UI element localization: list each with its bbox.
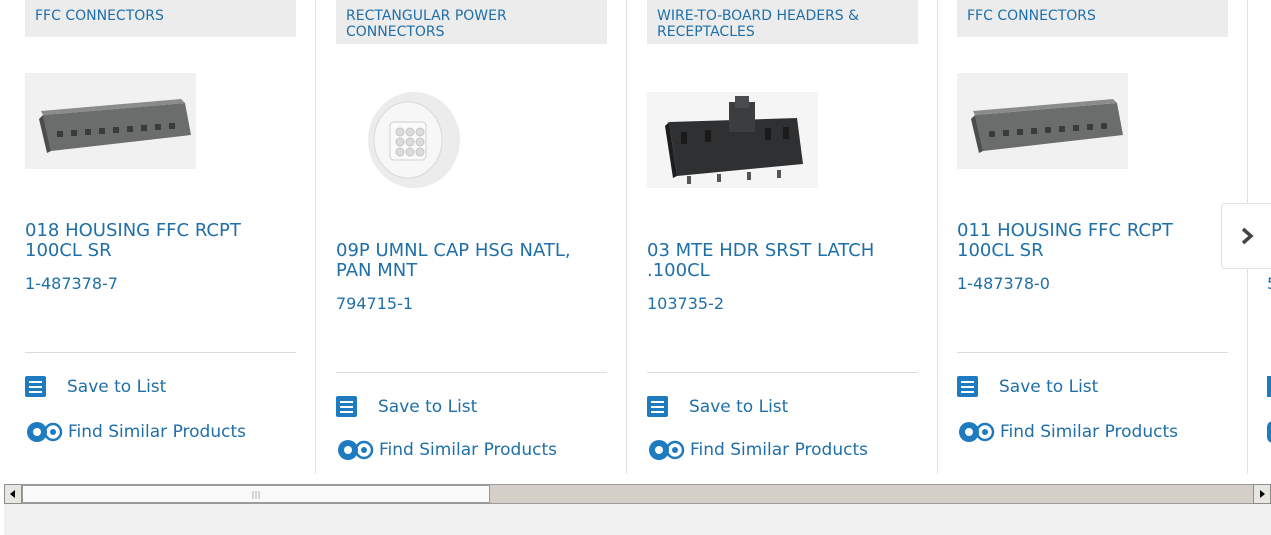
save-to-list-label: Save to List	[999, 376, 1099, 397]
find-similar-button[interactable]: Find Similar Products	[647, 439, 868, 461]
product-category[interactable]: FFC CONNECTORS	[957, 0, 1228, 37]
product-card: FFC CONNECTORS 011 HOUSING FFC RCPT 100C…	[957, 0, 1248, 478]
save-to-list-button[interactable]: Save to List	[25, 376, 166, 397]
find-similar-label: Find Similar Products	[690, 440, 868, 460]
grip-icon	[252, 491, 260, 499]
save-to-list-button[interactable]: Save to List	[336, 396, 477, 417]
checklist-icon	[957, 376, 978, 397]
gears-icon	[959, 422, 995, 442]
ffc-housing-image[interactable]	[957, 73, 1128, 169]
scroll-right-button[interactable]	[1253, 484, 1271, 504]
carousel-next-button[interactable]	[1221, 203, 1271, 269]
card-separator	[315, 0, 316, 474]
header-latch-image[interactable]	[647, 92, 818, 188]
divider	[25, 352, 296, 353]
product-title[interactable]: 011 HOUSING FFC RCPT 100CL SR	[957, 221, 1228, 261]
divider	[336, 372, 607, 373]
product-card: RECTANGULAR POWER CONNECTORS 09P UMNL CA…	[336, 0, 627, 478]
product-card: FFC CONNECTORS 018 HOUSING FFC RCPT 100C…	[25, 0, 316, 478]
chevron-right-icon	[1241, 227, 1254, 245]
find-similar-button[interactable]: Find Similar Products	[957, 421, 1178, 443]
ffc-housing-image[interactable]	[25, 73, 196, 169]
save-to-list-button[interactable]: Save to List	[647, 396, 788, 417]
page-footer-area	[4, 504, 1271, 535]
product-carousel: FFC CONNECTORS 018 HOUSING FFC RCPT 100C…	[0, 0, 1271, 478]
checklist-icon[interactable]	[1267, 376, 1271, 397]
product-part-number[interactable]: 794715-1	[336, 295, 413, 313]
checklist-icon	[336, 396, 357, 417]
save-to-list-button[interactable]: Save to List	[957, 376, 1098, 397]
product-card: WIRE-TO-BOARD HEADERS & RECEPTACLES 03 M…	[647, 0, 938, 478]
save-to-list-label: Save to List	[689, 396, 789, 417]
scrollbar-track[interactable]	[22, 484, 1253, 504]
divider	[957, 352, 1228, 353]
card-separator	[626, 0, 627, 474]
triangle-right-icon	[1260, 490, 1265, 498]
checklist-icon	[25, 376, 46, 397]
product-category[interactable]: RECTANGULAR POWER CONNECTORS	[336, 0, 607, 44]
round-power-connector-image[interactable]	[336, 92, 507, 188]
checklist-icon	[647, 396, 668, 417]
product-part-number[interactable]: 1-487378-7	[25, 275, 118, 293]
save-to-list-label: Save to List	[67, 376, 167, 397]
divider	[647, 372, 918, 373]
scroll-left-button[interactable]	[4, 484, 22, 504]
save-to-list-label: Save to List	[378, 396, 478, 417]
horizontal-scrollbar[interactable]	[4, 484, 1271, 504]
product-title[interactable]: 018 HOUSING FFC RCPT 100CL SR	[25, 221, 296, 261]
gears-icon	[338, 440, 374, 460]
find-similar-label: Find Similar Products	[379, 440, 557, 460]
product-part-number[interactable]: 5	[1267, 275, 1271, 293]
find-similar-label: Find Similar Products	[68, 422, 246, 442]
triangle-left-icon	[10, 490, 15, 498]
product-category[interactable]: WIRE-TO-BOARD HEADERS & RECEPTACLES	[647, 0, 918, 44]
product-title[interactable]: 09P UMNL CAP HSG NATL, PAN MNT	[336, 241, 607, 281]
card-separator	[937, 0, 938, 474]
product-part-number[interactable]: 103735-2	[647, 295, 724, 313]
gears-icon	[27, 422, 63, 442]
find-similar-button[interactable]: Find Similar Products	[336, 439, 557, 461]
product-part-number[interactable]: 1-487378-0	[957, 275, 1050, 293]
find-similar-button[interactable]: Find Similar Products	[25, 421, 246, 443]
scrollbar-thumb[interactable]	[22, 485, 490, 503]
find-similar-label: Find Similar Products	[1000, 422, 1178, 442]
product-category[interactable]: FFC CONNECTORS	[25, 0, 296, 37]
product-title[interactable]: 03 MTE HDR SRST LATCH .100CL	[647, 241, 918, 281]
gears-icon[interactable]	[1267, 421, 1271, 443]
gears-icon	[649, 440, 685, 460]
